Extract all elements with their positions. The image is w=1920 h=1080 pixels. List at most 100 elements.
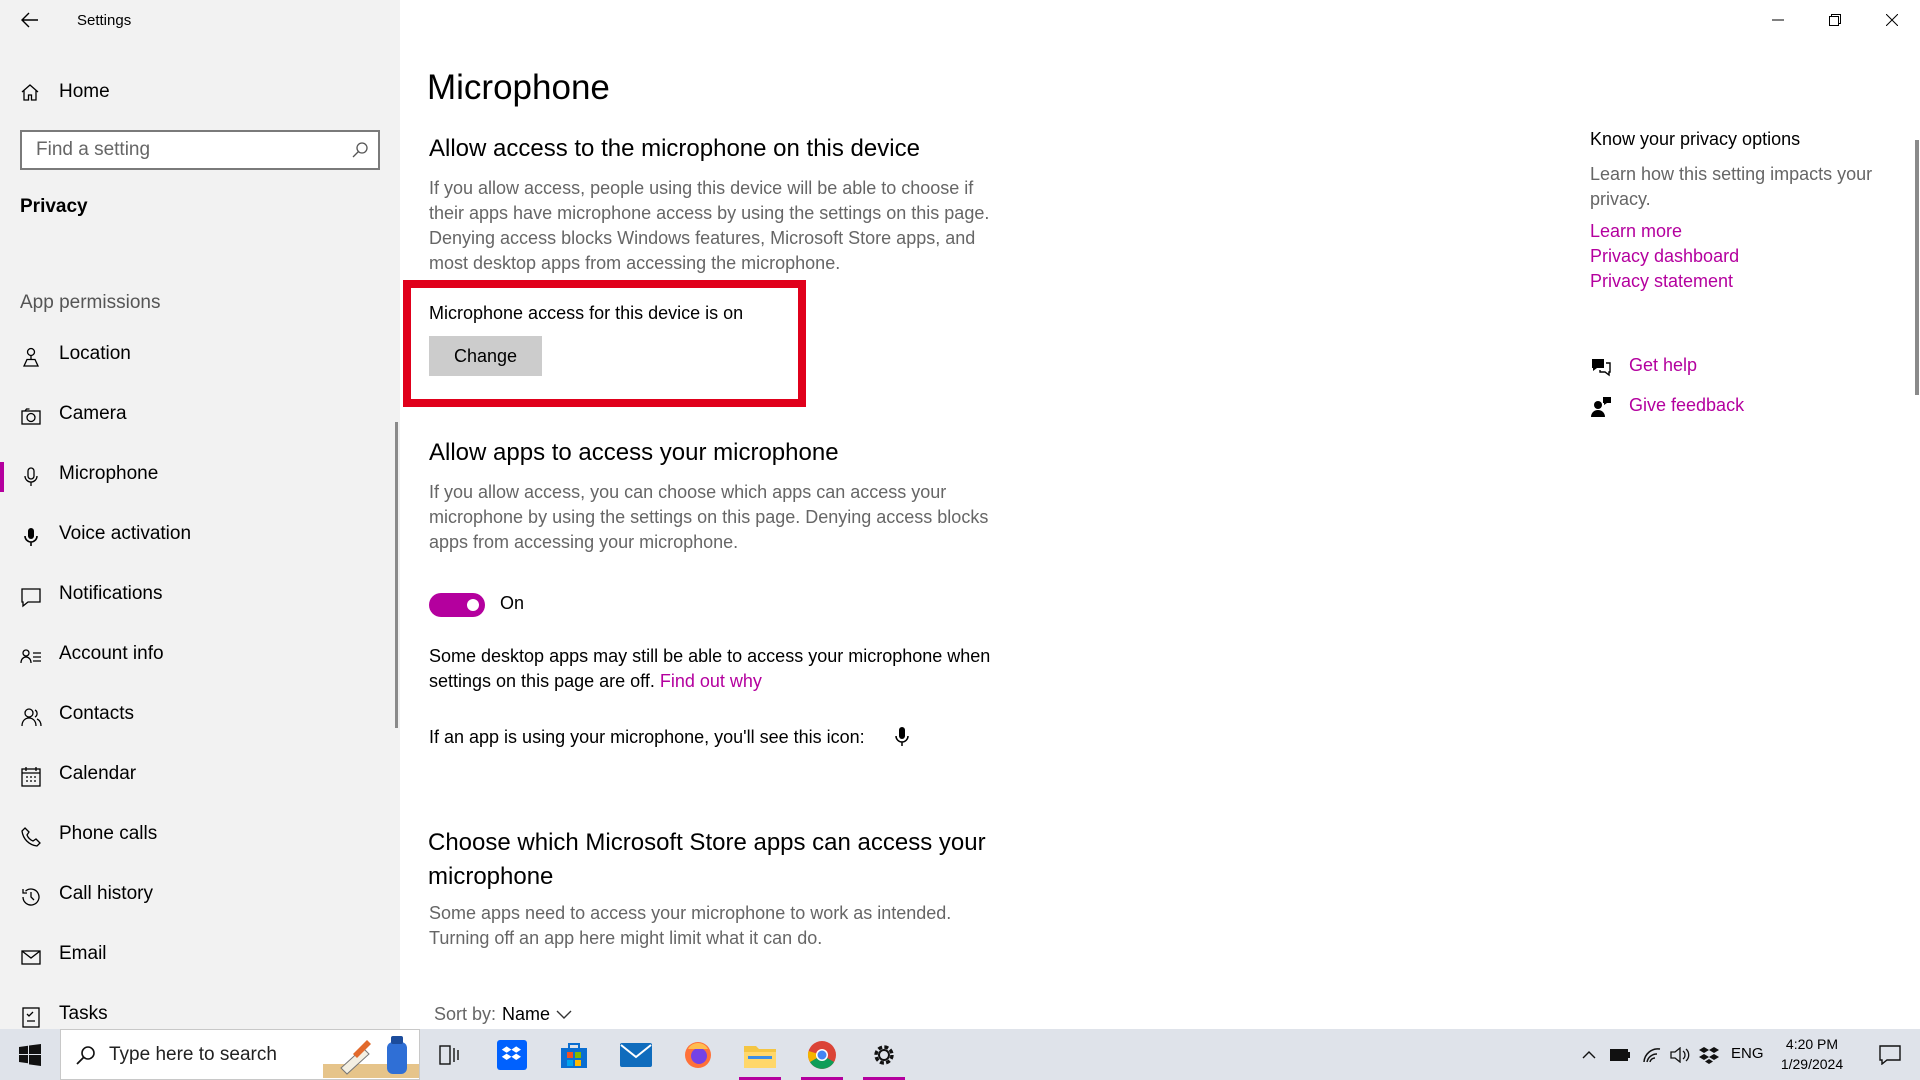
sidebar-item-label: Phone calls	[59, 823, 158, 844]
dropbox-tray-icon	[1699, 1046, 1719, 1064]
taskbar-chrome[interactable]	[791, 1029, 853, 1080]
sidebar-item-label: Notifications	[59, 583, 163, 604]
tray-show-hidden[interactable]	[1578, 1029, 1600, 1080]
sidebar-item-call-history[interactable]: Call history	[0, 868, 400, 928]
tray-battery[interactable]	[1608, 1029, 1632, 1080]
app-permissions-nav: Location Camera Microphone Voice activat…	[0, 328, 400, 1029]
mail-icon	[620, 1042, 652, 1067]
get-help-link[interactable]: Get help	[1590, 354, 1910, 380]
microsoft-store-icon	[561, 1042, 587, 1068]
privacy-statement-link[interactable]: Privacy statement	[1590, 271, 1733, 292]
give-feedback-link[interactable]: Give feedback	[1590, 394, 1910, 420]
sidebar-item-label: Camera	[59, 403, 127, 424]
sidebar-item-label: Tasks	[59, 1003, 108, 1024]
nav-home[interactable]: Home	[0, 72, 400, 112]
tray-time: 4:20 PM	[1785, 1036, 1839, 1052]
microphone-in-use-icon	[895, 727, 909, 746]
privacy-options-description: Learn how this setting impacts your priv…	[1590, 164, 1873, 209]
sidebar-item-calendar[interactable]: Calendar	[0, 748, 400, 808]
tray-volume[interactable]	[1668, 1029, 1692, 1080]
taskbar-settings[interactable]	[853, 1029, 915, 1080]
privacy-dashboard-link[interactable]: Privacy dashboard	[1590, 246, 1739, 267]
main-content: Microphone Allow access to the microphon…	[400, 0, 1920, 1029]
contacts-icon	[21, 708, 42, 727]
tray-dropbox[interactable]	[1696, 1029, 1722, 1080]
find-setting-search[interactable]	[20, 130, 380, 170]
page-title: Microphone	[427, 68, 610, 107]
nav-home-label: Home	[59, 81, 110, 102]
taskbar-firefox[interactable]	[667, 1029, 729, 1080]
learn-more-link[interactable]: Learn more	[1590, 221, 1682, 242]
wifi-icon	[1643, 1047, 1661, 1062]
taskbar-task-view[interactable]	[419, 1029, 481, 1080]
taskbar-file-explorer[interactable]	[729, 1029, 791, 1080]
sidebar-item-label: Account info	[59, 643, 164, 664]
start-button[interactable]	[0, 1029, 60, 1080]
sidebar-item-camera[interactable]: Camera	[0, 388, 400, 448]
firefox-icon	[685, 1041, 711, 1068]
search-highlight-illustration-icon	[323, 1036, 419, 1078]
find-out-why-link[interactable]: Find out why	[660, 671, 762, 691]
calendar-icon	[21, 767, 41, 787]
sidebar-item-tasks[interactable]: Tasks	[0, 988, 400, 1029]
tasks-icon	[22, 1007, 40, 1028]
history-icon	[22, 888, 40, 906]
tray-clock[interactable]: 4:20 PM 1/29/2024	[1772, 1034, 1852, 1074]
section-title-app-permissions: App permissions	[20, 292, 161, 313]
sidebar-scrollbar[interactable]	[395, 422, 398, 728]
feedback-icon	[1591, 397, 1611, 417]
task-view-icon	[439, 1044, 459, 1065]
apps-access-description: If you allow access, you can choose whic…	[429, 482, 989, 552]
taskbar-microsoft-store[interactable]	[543, 1029, 605, 1080]
sidebar-item-phone-calls[interactable]: Phone calls	[0, 808, 400, 868]
sidebar-item-microphone[interactable]: Microphone	[0, 448, 400, 508]
taskbar-search[interactable]	[60, 1029, 420, 1080]
camera-icon	[21, 408, 41, 425]
main-scrollbar[interactable]	[1915, 140, 1919, 395]
file-explorer-icon	[744, 1045, 776, 1068]
sidebar-item-label: Contacts	[59, 703, 134, 724]
section-title-privacy: Privacy	[20, 196, 88, 217]
device-access-description: If you allow access, people using this d…	[429, 178, 990, 273]
back-button[interactable]	[18, 8, 42, 32]
change-button[interactable]: Change	[429, 336, 542, 376]
back-arrow-icon	[21, 12, 38, 28]
taskbar-dropbox[interactable]	[481, 1029, 543, 1080]
chevron-down-icon	[556, 1010, 572, 1019]
tray-language[interactable]: ENG	[1731, 1045, 1764, 1062]
sort-value: Name	[502, 1004, 551, 1024]
action-center-button[interactable]	[1866, 1029, 1914, 1080]
search-icon	[76, 1046, 95, 1065]
toggle-knob	[467, 599, 479, 611]
sidebar-item-label: Location	[59, 343, 131, 364]
sort-dropdown[interactable]: Sort by: Name	[434, 1004, 572, 1025]
apps-access-heading: Allow apps to access your microphone	[429, 439, 839, 466]
mic-icon-note: If an app is using your microphone, you'…	[429, 727, 865, 747]
store-apps-heading: Choose which Microsoft Store apps can ac…	[428, 829, 986, 890]
sidebar-item-label: Calendar	[59, 763, 137, 784]
sidebar-item-email[interactable]: Email	[0, 928, 400, 988]
tray-date: 1/29/2024	[1780, 1056, 1844, 1072]
settings-icon	[874, 1044, 894, 1065]
sidebar-item-voice-activation[interactable]: Voice activation	[0, 508, 400, 568]
get-help-label: Get help	[1629, 355, 1698, 375]
sidebar-item-account-info[interactable]: Account info	[0, 628, 400, 688]
phone-icon	[21, 827, 41, 847]
sidebar-item-location[interactable]: Location	[0, 328, 400, 388]
sidebar-item-notifications[interactable]: Notifications	[0, 568, 400, 628]
search-icon[interactable]	[350, 140, 370, 160]
toggle-state-label: On	[500, 593, 525, 613]
store-apps-description: Some apps need to access your microphone…	[429, 903, 952, 948]
sidebar-item-label: Microphone	[59, 463, 159, 484]
chrome-icon	[807, 1040, 836, 1069]
account-info-icon	[20, 649, 41, 664]
windows-logo-icon	[19, 1043, 41, 1066]
find-setting-input[interactable]	[22, 132, 342, 168]
sidebar-item-contacts[interactable]: Contacts	[0, 688, 400, 748]
desktop-apps-note: Some desktop apps may still be able to a…	[429, 644, 999, 694]
tray-network[interactable]	[1640, 1029, 1664, 1080]
app-title: Settings	[77, 12, 132, 29]
sidebar-item-label: Call history	[59, 883, 153, 904]
taskbar-mail[interactable]	[605, 1029, 667, 1080]
apps-access-toggle[interactable]	[429, 593, 485, 617]
